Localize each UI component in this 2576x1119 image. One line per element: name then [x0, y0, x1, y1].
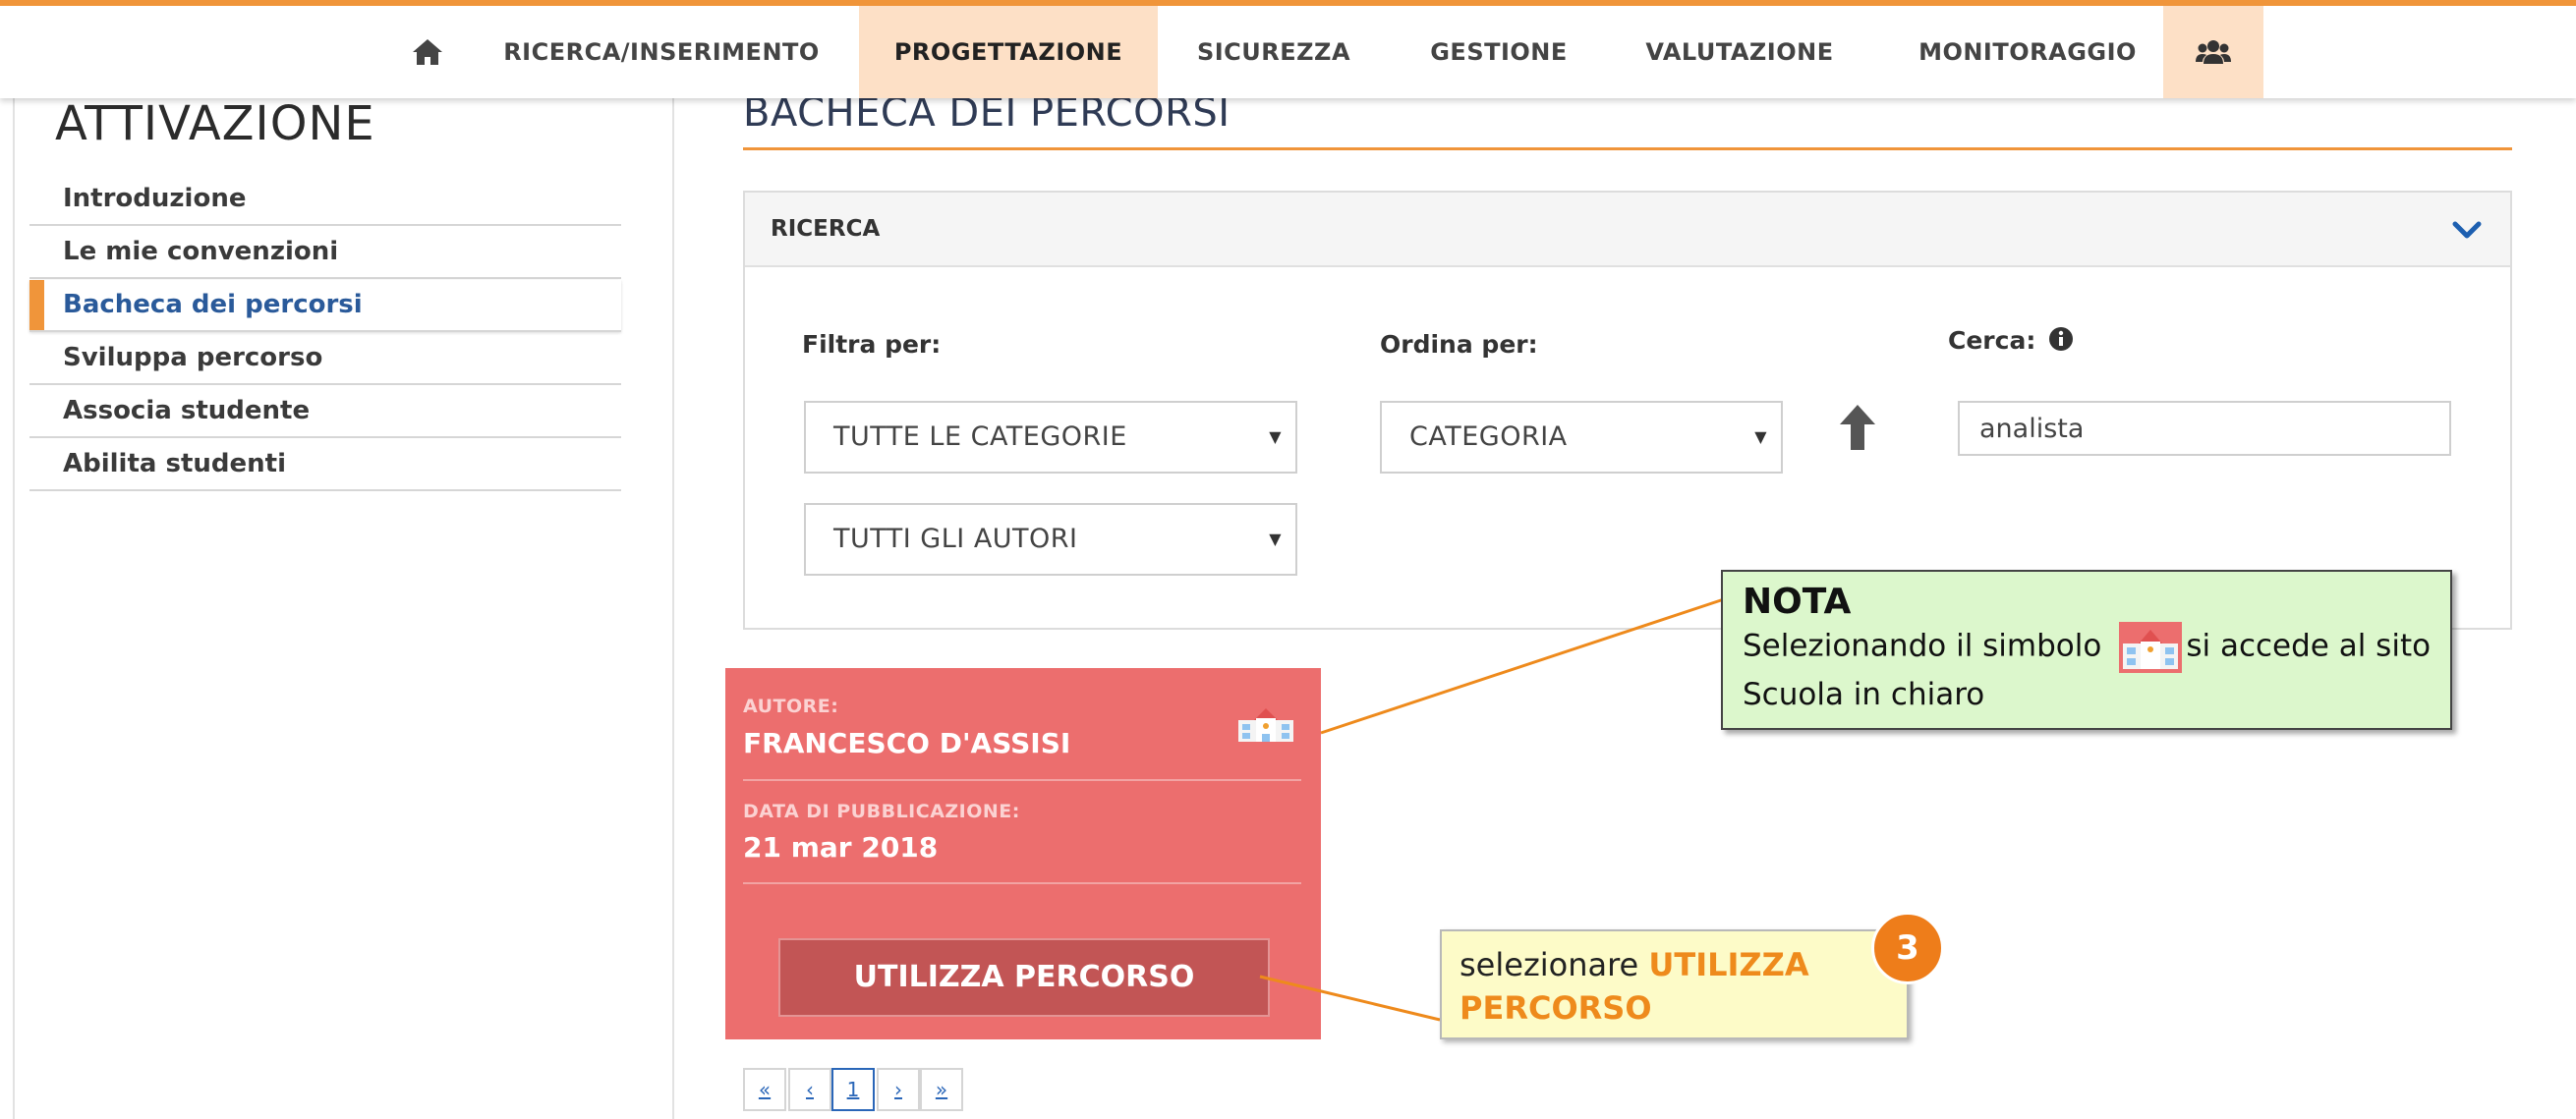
note-text-before: Selezionando il simbolo — [1743, 628, 2102, 664]
step-emphasis-2: PERCORSO — [1460, 989, 1652, 1027]
step-number-badge: 3 — [1871, 912, 1944, 984]
order-select-value: CATEGORIA — [1409, 421, 1568, 452]
nav-gestione[interactable]: GESTIONE — [1405, 6, 1592, 98]
order-select[interactable]: CATEGORIA ▼ — [1380, 401, 1783, 474]
sidebar-item-abilita[interactable]: Abilita studenti — [29, 439, 621, 491]
note-title: NOTA — [1743, 582, 1852, 622]
page-prev[interactable]: ‹ — [788, 1068, 831, 1111]
note-text-after: si accede al sito — [2186, 628, 2432, 664]
step-text: selezionare — [1460, 946, 1639, 983]
search-label: Cerca: — [1948, 326, 2074, 355]
title-underline — [743, 147, 2512, 150]
users-icon — [2196, 40, 2231, 64]
page-last[interactable]: » — [920, 1068, 963, 1111]
sidebar-item-associa[interactable]: Associa studente — [29, 386, 621, 438]
author-select[interactable]: TUTTI GLI AUTORI ▼ — [804, 503, 1297, 576]
chevron-down-icon[interactable] — [2447, 210, 2487, 250]
page-first[interactable]: « — [743, 1068, 786, 1111]
route-card: AUTORE: FRANCESCO D'ASSISI DATA DI PUBBL… — [725, 668, 1321, 1039]
left-border — [13, 98, 15, 1119]
sidebar-divider — [672, 98, 674, 1119]
nav-sicurezza[interactable]: SICUREZZA — [1175, 6, 1372, 98]
search-label-text: Cerca: — [1948, 326, 2036, 355]
sidebar-item-bacheca[interactable]: Bacheca dei percorsi — [29, 280, 621, 332]
sidebar-item-convenzioni[interactable]: Le mie convenzioni — [29, 227, 621, 279]
page-current[interactable]: 1 — [831, 1068, 875, 1111]
school-icon — [2119, 622, 2183, 673]
nav-users[interactable] — [2163, 6, 2263, 98]
date-label: DATA DI PUBBLICAZIONE: — [743, 801, 1020, 822]
sidebar-title: ATTIVAZIONE — [55, 96, 375, 151]
top-nav: RICERCA/INSERIMENTO PROGETTAZIONE SICURE… — [0, 0, 2576, 98]
nav-valutazione[interactable]: VALUTAZIONE — [1631, 6, 1848, 98]
publication-date: 21 mar 2018 — [743, 831, 939, 864]
caret-down-icon: ▼ — [1754, 427, 1767, 446]
home-icon — [413, 39, 442, 65]
search-panel-title: RICERCA — [771, 216, 881, 242]
note-line-1: Selezionando il simbolo si accede al sit… — [1743, 622, 2431, 673]
search-input[interactable] — [1958, 401, 2451, 456]
card-divider — [743, 779, 1301, 781]
step-callout: selezionare UTILIZZA PERCORSO — [1440, 929, 1909, 1039]
category-select-value: TUTTE LE CATEGORIE — [833, 421, 1127, 452]
note-line-2: Scuola in chiaro — [1743, 677, 1985, 712]
filter-label: Filtra per: — [802, 330, 942, 359]
school-icon[interactable] — [1236, 704, 1295, 744]
category-select[interactable]: TUTTE LE CATEGORIE ▼ — [804, 401, 1297, 474]
use-route-button[interactable]: UTILIZZA PERCORSO — [778, 938, 1270, 1017]
nav-home[interactable] — [398, 6, 457, 98]
search-panel: RICERCA Filtra per: TUTTE LE CATEGORIE ▼… — [743, 191, 2512, 630]
caret-down-icon: ▼ — [1269, 530, 1282, 548]
author-name: FRANCESCO D'ASSISI — [743, 727, 1071, 759]
sidebar-item-sviluppa[interactable]: Sviluppa percorso — [29, 333, 621, 385]
nav-ricerca[interactable]: RICERCA/INSERIMENTO — [499, 6, 824, 98]
note-callout: NOTA Selezionando il simbolo si accede a… — [1721, 570, 2452, 730]
nav-progettazione[interactable]: PROGETTAZIONE — [859, 6, 1158, 98]
order-label: Ordina per: — [1380, 330, 1538, 359]
sidebar-item-introduzione[interactable]: Introduzione — [29, 174, 621, 226]
info-icon[interactable] — [2048, 326, 2074, 352]
caret-down-icon: ▼ — [1269, 427, 1282, 446]
author-label: AUTORE: — [743, 696, 839, 717]
page-next[interactable]: › — [877, 1068, 920, 1111]
nav-monitoraggio[interactable]: MONITORAGGIO — [1905, 6, 2150, 98]
card-divider — [743, 882, 1301, 884]
sort-ascending-icon[interactable] — [1836, 403, 1879, 452]
step-emphasis-1: UTILIZZA — [1648, 946, 1809, 983]
search-panel-header[interactable]: RICERCA — [745, 193, 2510, 267]
author-select-value: TUTTI GLI AUTORI — [833, 524, 1078, 554]
